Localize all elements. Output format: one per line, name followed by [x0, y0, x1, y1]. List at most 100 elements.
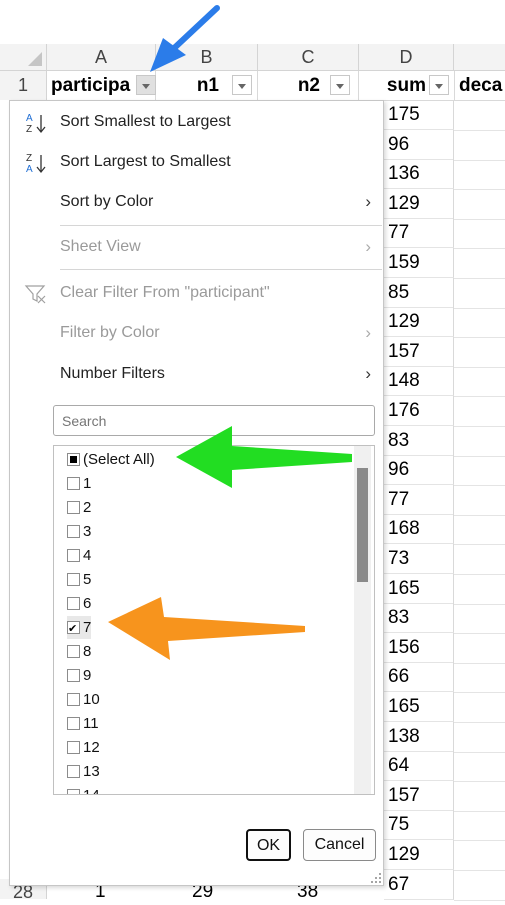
column-header-b[interactable]: B	[156, 44, 258, 71]
menu-sheet-view[interactable]: Sheet View ›	[10, 228, 383, 266]
sum-cell[interactable]: 159	[384, 248, 454, 278]
list-item[interactable]: 5	[67, 568, 91, 591]
list-item[interactable]: 4	[67, 544, 91, 567]
sum-cell[interactable]: 176	[384, 396, 454, 426]
header-cell-e[interactable]: deca	[455, 71, 505, 101]
sum-cell[interactable]: 129	[384, 840, 454, 870]
empty-cell[interactable]	[454, 840, 505, 871]
list-item-select-all[interactable]: (Select All)	[67, 448, 155, 471]
sum-cell[interactable]: 156	[384, 633, 454, 663]
menu-filter-by-color[interactable]: Filter by Color ›	[10, 314, 383, 352]
empty-cell[interactable]	[454, 722, 505, 753]
empty-cell[interactable]	[454, 455, 505, 486]
column-header-c[interactable]: C	[258, 44, 359, 71]
list-item-checkbox[interactable]	[67, 476, 80, 490]
list-item-checkbox[interactable]	[67, 692, 80, 706]
list-item[interactable]: 8	[67, 640, 91, 663]
sum-cell[interactable]: 129	[384, 189, 454, 219]
empty-cell[interactable]	[454, 810, 505, 841]
empty-cell[interactable]	[454, 130, 505, 161]
sum-cell[interactable]: 175	[384, 100, 454, 130]
sum-cell[interactable]: 77	[384, 485, 454, 515]
list-item-checkbox[interactable]	[67, 764, 80, 778]
empty-cell[interactable]	[454, 396, 505, 427]
menu-sort-by-color[interactable]: Sort by Color ›	[10, 183, 383, 221]
list-item[interactable]: 13	[67, 760, 100, 783]
select-all-corner[interactable]	[0, 44, 47, 71]
list-item[interactable]: 7	[67, 616, 92, 641]
list-item[interactable]: 1	[67, 472, 91, 495]
list-item[interactable]: 6	[67, 592, 91, 615]
empty-cell[interactable]	[454, 100, 505, 131]
sum-cell[interactable]: 64	[384, 751, 454, 781]
empty-cell[interactable]	[454, 366, 505, 397]
list-item-checkbox[interactable]	[67, 668, 80, 682]
select-all-checkbox[interactable]	[67, 452, 80, 466]
list-item[interactable]: 14	[67, 784, 100, 794]
empty-cell[interactable]	[454, 307, 505, 338]
filter-dropdown-n1[interactable]	[232, 75, 252, 95]
ok-button[interactable]: OK	[246, 829, 291, 861]
empty-cell[interactable]	[454, 159, 505, 190]
empty-cell[interactable]	[454, 218, 505, 249]
sum-cell[interactable]: 157	[384, 781, 454, 811]
empty-cell[interactable]	[454, 544, 505, 575]
list-item-checkbox[interactable]	[67, 788, 80, 794]
search-input[interactable]	[53, 405, 375, 436]
sum-cell[interactable]: 83	[384, 426, 454, 456]
filter-dropdown-sum[interactable]	[429, 75, 449, 95]
sum-cell[interactable]: 165	[384, 574, 454, 604]
row-header-1[interactable]: 1	[0, 71, 47, 100]
header-cell-n1[interactable]: n1	[156, 71, 258, 101]
list-item-checkbox[interactable]	[67, 572, 80, 586]
list-item[interactable]: 3	[67, 520, 91, 543]
empty-cell[interactable]	[454, 485, 505, 516]
list-item-checkbox[interactable]	[67, 500, 80, 514]
sum-cell[interactable]: 168	[384, 514, 454, 544]
sum-cell[interactable]: 96	[384, 130, 454, 160]
menu-clear-filter[interactable]: Clear Filter From "participant"	[10, 274, 383, 312]
empty-cell[interactable]	[454, 870, 505, 901]
sum-cell[interactable]: 85	[384, 278, 454, 308]
menu-number-filters[interactable]: Number Filters ›	[10, 355, 383, 393]
sum-cell[interactable]: 136	[384, 159, 454, 189]
empty-cell[interactable]	[454, 426, 505, 457]
list-item-checkbox[interactable]	[67, 740, 80, 754]
filter-dropdown-participant[interactable]	[136, 75, 156, 95]
empty-cell[interactable]	[454, 248, 505, 279]
menu-sort-descending[interactable]: Z A Sort Largest to Smallest	[10, 143, 383, 181]
menu-sort-ascending[interactable]: A Z Sort Smallest to Largest	[10, 103, 383, 141]
empty-cell[interactable]	[454, 662, 505, 693]
resize-grip-icon[interactable]	[370, 871, 382, 883]
sum-cell[interactable]: 75	[384, 810, 454, 840]
list-scrollbar[interactable]	[354, 446, 371, 794]
empty-cell[interactable]	[454, 574, 505, 605]
header-cell-participant[interactable]: participa	[47, 71, 156, 101]
sum-cell[interactable]: 129	[384, 307, 454, 337]
empty-cell[interactable]	[454, 751, 505, 782]
list-item[interactable]: 10	[67, 688, 100, 711]
header-cell-sum[interactable]: sum	[359, 71, 455, 101]
column-header-d[interactable]: D	[359, 44, 454, 71]
list-item[interactable]: 9	[67, 664, 91, 687]
sum-cell[interactable]: 77	[384, 218, 454, 248]
empty-cell[interactable]	[454, 781, 505, 812]
header-cell-n2[interactable]: n2	[258, 71, 359, 101]
list-item-checkbox[interactable]	[67, 618, 80, 641]
column-header-e[interactable]	[454, 44, 505, 71]
column-header-a[interactable]: A	[47, 44, 156, 71]
sum-cell[interactable]: 73	[384, 544, 454, 574]
scrollbar-thumb[interactable]	[357, 468, 368, 582]
sum-cell[interactable]: 83	[384, 603, 454, 633]
empty-cell[interactable]	[454, 189, 505, 220]
filter-dropdown-n2[interactable]	[330, 75, 350, 95]
list-item-checkbox[interactable]	[67, 524, 80, 538]
list-item-checkbox[interactable]	[67, 548, 80, 562]
filter-values-list[interactable]: (Select All) 1234567891011121314	[53, 445, 375, 795]
sum-cell[interactable]: 96	[384, 455, 454, 485]
list-item-checkbox[interactable]	[67, 644, 80, 658]
sum-cell[interactable]: 157	[384, 337, 454, 367]
sum-cell[interactable]: 67	[384, 870, 454, 900]
empty-cell[interactable]	[454, 692, 505, 723]
list-item[interactable]: 12	[67, 736, 100, 759]
